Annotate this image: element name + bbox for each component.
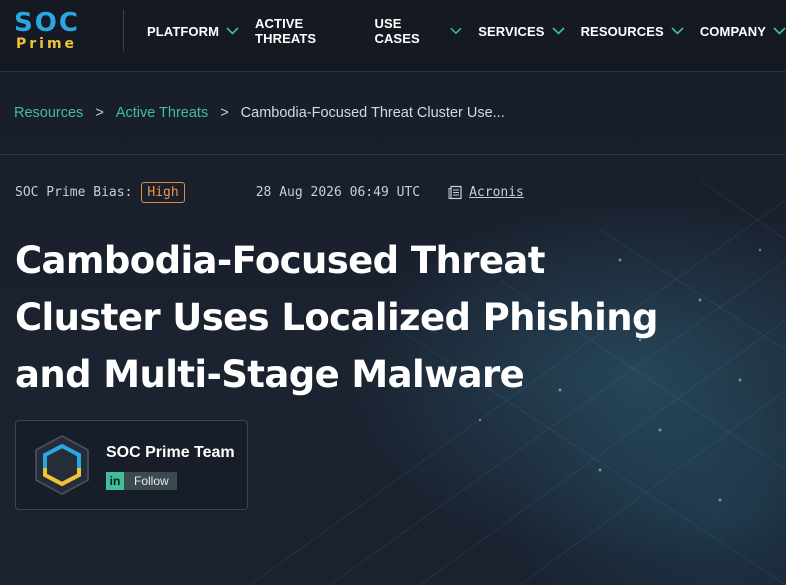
article-title: Cambodia-Focused Threat Cluster Uses Loc… <box>15 232 695 403</box>
title-line: Cambodia-Focused Threat <box>15 239 545 282</box>
breadcrumb-separator: > <box>95 105 104 121</box>
main-nav: PLATFORM ACTIVE THREATS USE CASES SERVIC… <box>147 16 786 46</box>
author-avatar <box>35 435 89 495</box>
nav-item-label: SERVICES <box>478 23 545 39</box>
nav-item-platform[interactable]: PLATFORM <box>147 24 239 39</box>
author-name: SOC Prime Team <box>106 444 235 461</box>
site-header: SOC Prime PLATFORM ACTIVE THREATS USE CA… <box>0 0 786 72</box>
chevron-down-icon <box>450 27 462 35</box>
chevron-down-icon <box>773 27 786 35</box>
breadcrumb-separator: > <box>220 105 229 121</box>
linkedin-icon: in <box>106 472 124 490</box>
header-divider <box>123 10 124 51</box>
breadcrumb: Resources > Active Threats > Cambodia-Fo… <box>14 105 505 121</box>
nav-item-label: PLATFORM <box>147 23 220 39</box>
nav-item-use-cases[interactable]: USE CASES <box>374 16 462 46</box>
nav-item-label: COMPANY <box>699 23 766 39</box>
breadcrumb-link-resources[interactable]: Resources <box>14 105 83 121</box>
bias-label: SOC Prime Bias: <box>15 185 133 200</box>
title-line: Cluster Uses Localized Phishing <box>15 296 658 339</box>
title-line: and Multi-Stage Malware <box>15 353 525 396</box>
nav-item-resources[interactable]: RESOURCES <box>581 24 684 39</box>
logo-bottom-text: Prime <box>16 36 78 52</box>
nav-item-company[interactable]: COMPANY <box>700 24 786 39</box>
publish-date: 28 Aug 2026 06:49 UTC <box>255 185 421 200</box>
logo-top-text: SOC <box>14 8 80 38</box>
nav-item-label: ACTIVE THREATS <box>255 16 317 46</box>
soc-prime-logo[interactable]: SOC Prime <box>14 8 102 54</box>
nav-item-label: USE CASES <box>374 16 420 46</box>
chevron-down-icon <box>671 27 684 35</box>
breadcrumb-link-active-threats[interactable]: Active Threats <box>116 105 208 121</box>
chevron-down-icon <box>226 27 239 35</box>
follow-label: Follow <box>134 474 169 488</box>
bias-badge: High <box>141 182 185 203</box>
nav-item-label: RESOURCES <box>580 23 664 39</box>
nav-item-services[interactable]: SERVICES <box>478 23 565 39</box>
breadcrumb-current: Cambodia-Focused Threat Cluster Use... <box>240 105 505 121</box>
chevron-down-icon <box>551 27 565 35</box>
source: Acronis <box>448 185 524 200</box>
document-icon <box>448 185 462 200</box>
follow-button[interactable]: in Follow <box>106 472 177 490</box>
source-link[interactable]: Acronis <box>469 185 524 200</box>
section-divider <box>0 154 786 155</box>
article-meta: SOC Prime Bias: High 28 Aug 2026 06:49 U… <box>15 181 524 204</box>
author-card: SOC Prime Team in Follow <box>15 420 248 510</box>
nav-item-active-threats[interactable]: ACTIVE THREATS <box>255 16 358 46</box>
